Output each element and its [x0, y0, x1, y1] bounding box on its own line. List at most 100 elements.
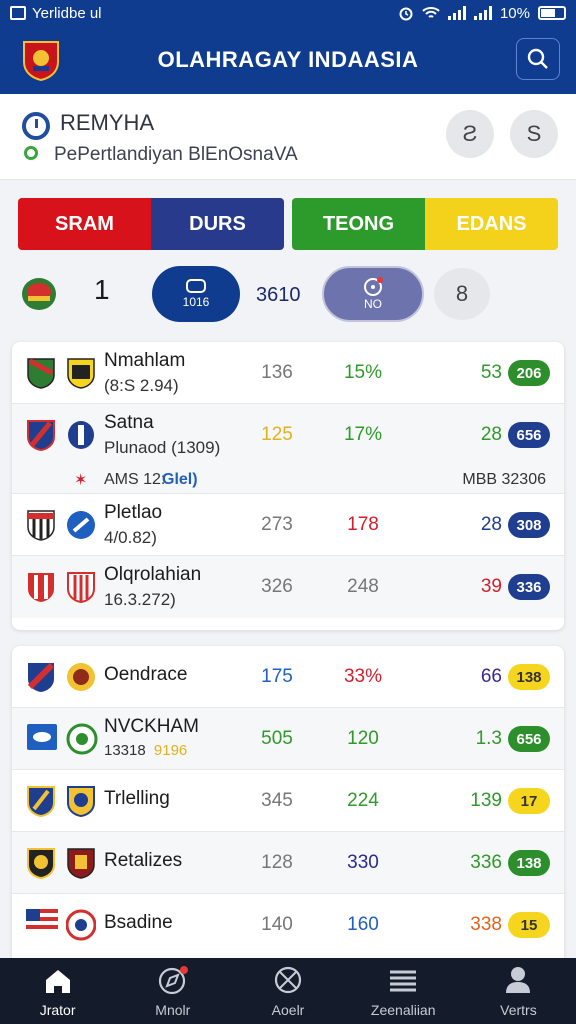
stat-col-2: 330 [347, 852, 379, 873]
team-crest-icon [27, 786, 55, 817]
stat-col-3: 1.3 [475, 728, 502, 749]
app-logo-icon[interactable] [20, 38, 62, 82]
stat-col-2: 17% [343, 424, 383, 445]
tab-home[interactable]: Jrator [0, 958, 115, 1024]
points-badge: 308 [508, 512, 550, 538]
more-button[interactable]: 8 [434, 268, 490, 320]
tab-matches-label: Aoelr [271, 1002, 305, 1018]
app-title: OLAHRAGAY INDAASIA [157, 47, 419, 72]
status-bar: Yerlidbe ul 10% [0, 0, 576, 26]
stat-col-1: 128 [261, 852, 293, 873]
tab-matches[interactable]: Aoelr [230, 958, 345, 1024]
team-subtext: 13318 [104, 742, 146, 759]
sort-button[interactable]: Ƨ [446, 110, 494, 158]
stat-col-3: 28 [480, 424, 502, 445]
team-crest-icon [27, 662, 55, 692]
chat-filter-value: 1016 [182, 295, 210, 309]
stat-col-1: 136 [261, 362, 293, 383]
team-name: Oendrace [104, 664, 188, 685]
team-crest-icon [67, 511, 95, 539]
table-row[interactable]: Nmahlam (8:S 2.94) 136 15% 53 206 [12, 342, 564, 404]
team-subtext-group: 13318 9196 [104, 742, 187, 759]
note-right: MBB 32306 [462, 471, 546, 488]
status-left-text: Yerlidbe ul [32, 4, 102, 22]
tab-home-label: Jrator [39, 1002, 76, 1018]
tab-standings-label: Zeenaliian [370, 1002, 436, 1018]
segment-teong[interactable]: TEONG [292, 198, 425, 250]
table-row[interactable]: NVCKHAM 13318 9196 505 120 1.3 656 [12, 708, 564, 770]
team-crest-icon [27, 420, 55, 451]
table-row[interactable]: Retalizes 128 330 336 138 [12, 832, 564, 894]
stat-col-1: 273 [261, 514, 293, 535]
team-crest-icon [28, 573, 54, 602]
segment-durs[interactable]: DURS [151, 198, 284, 250]
segment-sram[interactable]: SRAM [18, 198, 151, 250]
segment-edans[interactable]: EDANS [425, 198, 558, 250]
team-name: Nmahlam [104, 350, 186, 371]
search-button[interactable] [516, 38, 560, 80]
tab-explore-label: Mnolr [155, 1002, 191, 1018]
stat-col-3: 66 [480, 666, 502, 687]
points-badge: 138 [508, 850, 550, 876]
team-name: Retalizes [104, 850, 183, 871]
team-crest-icon [66, 909, 96, 941]
tab-profile-label: Vertrs [500, 1002, 537, 1018]
section-subtitle: PePertlandiyan BlEnOsnaVA [54, 144, 298, 165]
table-row[interactable]: Pletlao 4/0.82) 273 178 28 308 [12, 494, 564, 556]
points-badge: 15 [508, 912, 550, 938]
play-filter-value: NO [364, 297, 382, 311]
stat-col-1: 505 [261, 728, 293, 749]
home-icon [45, 970, 70, 993]
stat-col-2: 15% [343, 362, 383, 383]
points-badge: 656 [508, 422, 550, 448]
stat-col-2: 33% [343, 666, 383, 687]
segment-group-right: TEONG EDANS [292, 198, 558, 250]
list-icon [390, 970, 417, 992]
team-crest-icon [67, 358, 95, 389]
stat-col-1: 175 [261, 666, 293, 687]
stat-col-2: 178 [347, 514, 379, 535]
stat-col-1: 125 [261, 424, 293, 445]
team-subtext: Plunaod (1309) [104, 438, 221, 457]
alarm-icon [399, 7, 413, 21]
team-crest-icon [27, 358, 55, 389]
battery-percent: 10% [499, 4, 530, 22]
table-row[interactable]: Olqrolahian 16.3.272) 326 248 39 336 [12, 556, 564, 618]
team-subtext-highlight: 9196 [153, 742, 188, 759]
table-row[interactable]: Trlelling 345 224 139 17 [12, 770, 564, 832]
stat-col-1: 140 [261, 914, 293, 935]
tab-standings[interactable]: Zeenaliian [346, 958, 461, 1024]
match-note-row: ✶ AMS 12: Glel) MBB 32306 [12, 466, 564, 494]
signal-icon [447, 6, 466, 20]
compass-icon [158, 966, 188, 994]
team-name: NVCKHAM [104, 716, 200, 737]
chat-filter-button[interactable]: 1016 [152, 266, 240, 322]
points-badge: 138 [508, 664, 550, 690]
stat-col-3: 39 [480, 576, 502, 597]
stat-col-3: 139 [470, 790, 502, 811]
stat-col-2: 224 [347, 790, 379, 811]
team-name: Trlelling [104, 788, 170, 809]
team-subtext: 16.3.272) [104, 590, 176, 609]
tab-explore[interactable]: Mnolr [115, 958, 230, 1024]
stats-button[interactable]: S [510, 110, 558, 158]
team-crest-icon [67, 848, 95, 879]
signal-2-icon [473, 6, 492, 20]
ball-icon [274, 966, 302, 994]
table-row[interactable]: Oendrace 175 33% 66 138 [12, 646, 564, 708]
table-row[interactable]: Bsadine 140 160 338 15 [12, 894, 564, 956]
team-subtext: 4/0.82) [104, 528, 157, 547]
team-crest-icon [67, 786, 95, 817]
wifi-icon [422, 7, 440, 18]
search-icon [527, 48, 548, 69]
sort-icon: Ƨ [462, 121, 478, 146]
tab-profile[interactable]: Vertrs [461, 958, 576, 1024]
team-crest-icon [27, 724, 57, 750]
table-row[interactable]: Satna Plunaod (1309) 125 17% 28 656 [12, 404, 564, 466]
points-badge: 336 [508, 574, 550, 600]
play-filter-button[interactable]: NO [322, 266, 424, 322]
standings-card-1: Nmahlam (8:S 2.94) 136 15% 53 206 Satna … [12, 342, 564, 630]
user-icon [506, 967, 531, 993]
note-mid: Glel) [162, 471, 198, 488]
segment-group-left: SRAM DURS [18, 198, 284, 250]
